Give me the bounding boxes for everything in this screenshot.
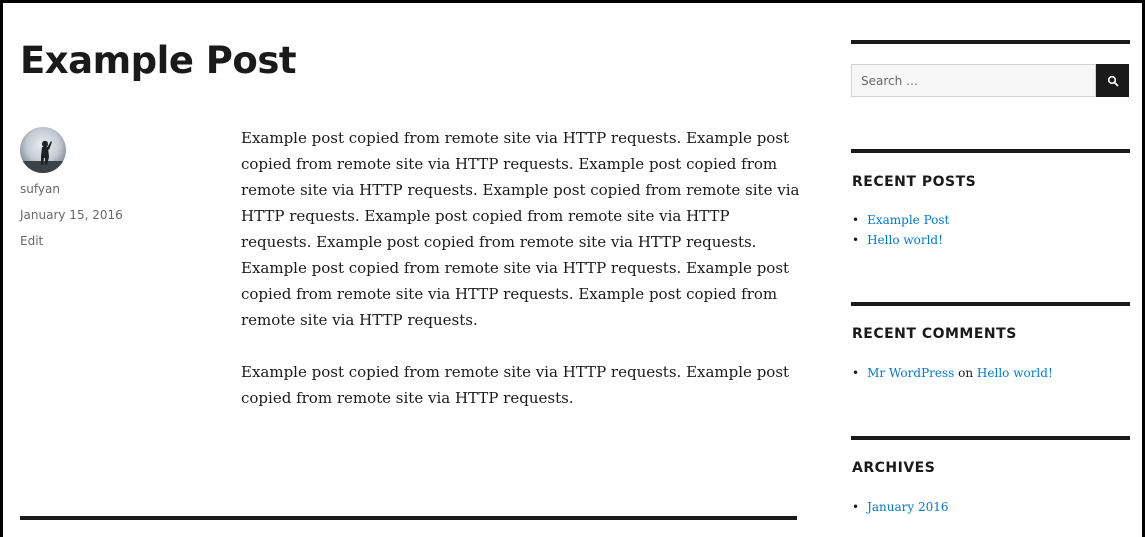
- page-frame: Example Post sufyan January 15, 2016 Edi…: [0, 0, 1145, 537]
- post-paragraph: Example post copied from remote site via…: [241, 363, 790, 407]
- comment-post-link[interactable]: Hello world!: [977, 366, 1053, 380]
- post-divider: [20, 516, 797, 520]
- comment-connector: on: [958, 366, 974, 380]
- recent-posts-rule: [851, 149, 1130, 153]
- post-title: Example Post: [20, 39, 297, 82]
- post-paragraph: Example post copied from remote site via…: [241, 129, 800, 329]
- list-item: Example Post: [852, 210, 949, 230]
- list-item: Mr WordPress on Hello world!: [852, 363, 1053, 383]
- archives-title: ARCHIVES: [852, 460, 936, 476]
- list-item: Hello world!: [852, 230, 949, 250]
- search-input[interactable]: [851, 64, 1096, 97]
- recent-comments-title: RECENT COMMENTS: [852, 326, 1017, 342]
- search-form: [851, 64, 1129, 97]
- archives-list: January 2016: [852, 497, 948, 517]
- recent-comments-list: Mr WordPress on Hello world!: [852, 363, 1053, 383]
- author-avatar[interactable]: [20, 127, 66, 173]
- search-icon: [1107, 75, 1118, 86]
- archive-link[interactable]: January 2016: [867, 500, 948, 514]
- search-widget-rule: [851, 40, 1130, 44]
- edit-link[interactable]: Edit: [20, 234, 43, 248]
- recent-posts-title: RECENT POSTS: [852, 174, 977, 190]
- archives-rule: [851, 436, 1130, 440]
- recent-posts-list: Example Post Hello world!: [852, 210, 949, 250]
- list-item: January 2016: [852, 497, 948, 517]
- post-date[interactable]: January 15, 2016: [20, 208, 123, 222]
- comment-author-link[interactable]: Mr WordPress: [867, 366, 954, 380]
- search-button[interactable]: [1096, 64, 1129, 97]
- avatar-silhouette-icon: [20, 140, 66, 173]
- recent-post-link[interactable]: Hello world!: [867, 233, 943, 247]
- recent-post-link[interactable]: Example Post: [867, 213, 949, 227]
- post-content: Example post copied from remote site via…: [241, 125, 801, 437]
- recent-comments-rule: [851, 302, 1130, 306]
- post-author[interactable]: sufyan: [20, 182, 60, 196]
